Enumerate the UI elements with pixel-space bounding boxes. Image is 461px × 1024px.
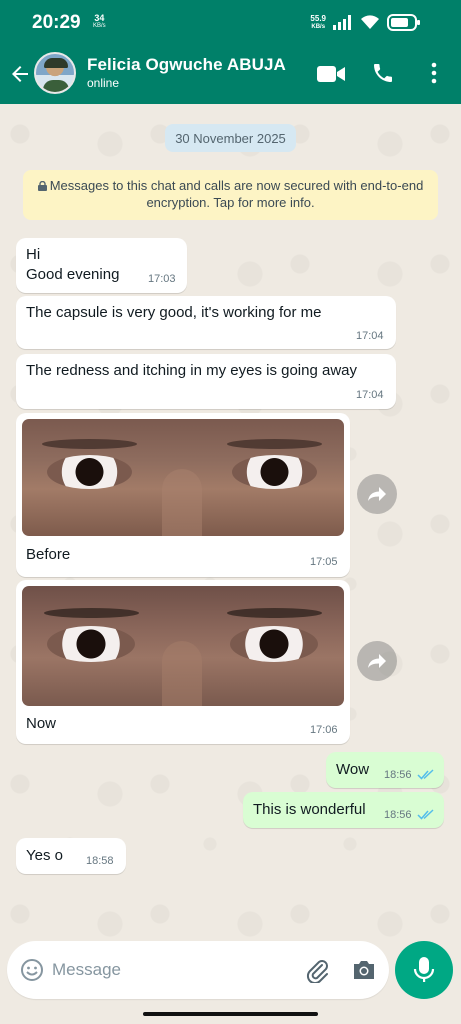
attach-icon[interactable] (304, 957, 330, 983)
image-message-incoming[interactable]: Before 17:05 (16, 413, 350, 577)
message-time: 18:56 (384, 769, 412, 781)
image-message-incoming[interactable]: Now 17:06 (16, 580, 350, 744)
message-time: 18:56 (384, 809, 412, 821)
message-text: Yes o (26, 847, 63, 864)
signal-icon (333, 15, 351, 30)
eye-photo-now[interactable] (22, 586, 344, 706)
system-nav-bar (0, 1005, 461, 1024)
message-bubble-incoming[interactable]: Hi Good evening 17:03 (16, 238, 187, 293)
net-speed: 55.9 KB/s (310, 13, 326, 31)
contact-name[interactable]: Felicia Ogwuche ABUJA (87, 55, 286, 75)
message-text: The capsule is very good, it's working f… (26, 304, 322, 321)
contact-status: online (87, 76, 120, 90)
message-composer[interactable]: Message (7, 941, 389, 999)
back-arrow-icon[interactable] (8, 62, 32, 86)
mic-icon (413, 957, 435, 982)
message-bubble-outgoing[interactable]: Wow 18:56 (326, 752, 444, 788)
forward-button[interactable] (357, 474, 397, 514)
mic-button[interactable] (395, 941, 453, 999)
message-text: Wow (336, 761, 370, 778)
data-speed: 34 KB/s (93, 14, 106, 30)
eye-photo-before[interactable] (22, 419, 344, 536)
status-bar: 20:29 34 KB/s 55.9 KB/s (0, 0, 461, 46)
chat-area[interactable]: 30 November 2025 Messages to this chat a… (0, 104, 461, 942)
forward-button[interactable] (357, 641, 397, 681)
message-text: This is wonderful (253, 801, 366, 818)
image-caption: Now (26, 715, 57, 732)
video-call-icon[interactable] (316, 64, 346, 84)
net-speed-value: 55.9 (310, 13, 326, 23)
message-time: 18:58 (86, 855, 114, 867)
message-bubble-incoming[interactable]: The redness and itching in my eyes is go… (16, 354, 396, 409)
message-time: 17:05 (310, 556, 338, 568)
forward-icon (368, 654, 386, 668)
message-line: Good evening (26, 266, 120, 283)
more-options-icon[interactable] (430, 62, 438, 84)
camera-icon[interactable] (351, 958, 377, 982)
message-input[interactable]: Message (52, 960, 121, 980)
data-speed-value: 34 (94, 13, 105, 23)
date-chip: 30 November 2025 (165, 124, 296, 152)
message-time: 17:06 (310, 724, 338, 736)
message-text: The redness and itching in my eyes is go… (26, 362, 358, 379)
voice-call-icon[interactable] (371, 61, 395, 85)
message-bubble-outgoing[interactable]: This is wonderful 18:56 (243, 792, 444, 828)
avatar[interactable] (34, 52, 76, 94)
data-speed-unit: KB/s (93, 23, 106, 29)
message-line: Hi (26, 246, 41, 263)
net-speed-unit: KB/s (311, 23, 326, 30)
battery-icon (387, 14, 420, 31)
image-caption: Before (26, 546, 71, 563)
message-time: 17:04 (356, 330, 384, 342)
message-text: Hi Good evening (26, 245, 119, 285)
read-receipt-icon (417, 809, 434, 820)
message-bubble-incoming[interactable]: The capsule is very good, it's working f… (16, 296, 396, 349)
status-time: 20:29 (32, 12, 81, 33)
status-right: 55.9 KB/s (310, 14, 421, 31)
message-bubble-incoming[interactable]: Yes o 18:58 (16, 838, 126, 874)
message-time: 17:03 (148, 273, 176, 285)
encryption-text: Messages to this chat and calls are now … (49, 178, 424, 210)
emoji-icon[interactable] (20, 958, 44, 982)
forward-icon (368, 487, 386, 501)
message-time: 17:04 (356, 389, 384, 401)
wifi-icon (361, 15, 379, 29)
read-receipt-icon (417, 769, 434, 780)
chat-header: Felicia Ogwuche ABUJA online (0, 46, 461, 104)
lock-icon (37, 181, 47, 191)
encryption-notice[interactable]: Messages to this chat and calls are now … (23, 170, 438, 220)
home-handle[interactable] (143, 1012, 318, 1016)
